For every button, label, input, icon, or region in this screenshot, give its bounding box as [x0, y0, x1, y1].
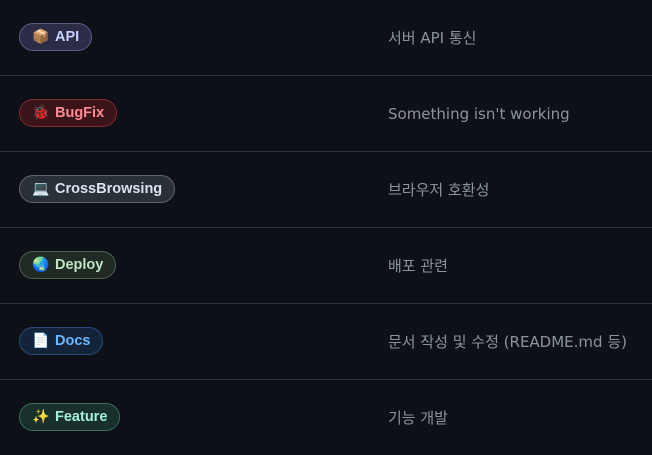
label-name: Feature [55, 409, 108, 425]
label-row-crossbrowsing: 💻 CrossBrowsing 브라우저 호환성 [0, 152, 652, 228]
label-badge-feature[interactable]: ✨ Feature [19, 403, 121, 431]
label-name: Deploy [55, 257, 104, 273]
label-row-bugfix: 🐞 BugFix Something isn't working [0, 76, 652, 152]
label-row-feature: ✨ Feature 기능 개발 [0, 380, 652, 454]
label-list: 📦 API 서버 API 통신 🐞 BugFix Something isn't… [0, 0, 652, 455]
label-badge-deploy[interactable]: 🌏 Deploy [19, 251, 117, 279]
laptop-icon: 💻 [32, 181, 50, 197]
label-name: Docs [55, 333, 91, 349]
label-description: 서버 API 통신 [388, 29, 477, 47]
label-badge-bugfix[interactable]: 🐞 BugFix [19, 99, 118, 127]
globe-icon: 🌏 [32, 257, 50, 273]
label-description: 문서 작성 및 수정 (README.md 등) [388, 333, 627, 351]
label-row-api: 📦 API 서버 API 통신 [0, 0, 652, 76]
label-description: Something isn't working [388, 104, 570, 123]
package-icon: 📦 [32, 29, 50, 45]
label-description: 기능 개발 [388, 409, 448, 427]
label-name: API [55, 29, 80, 45]
label-row-docs: 📄 Docs 문서 작성 및 수정 (README.md 등) [0, 304, 652, 380]
label-badge-crossbrowsing[interactable]: 💻 CrossBrowsing [19, 175, 176, 203]
label-name: CrossBrowsing [55, 181, 163, 197]
label-description: 배포 관련 [388, 257, 448, 275]
label-name: BugFix [55, 105, 105, 121]
label-description: 브라우저 호환성 [388, 181, 490, 199]
label-badge-docs[interactable]: 📄 Docs [19, 327, 104, 355]
page-icon: 📄 [32, 333, 50, 349]
label-badge-api[interactable]: 📦 API [19, 23, 93, 51]
label-row-deploy: 🌏 Deploy 배포 관련 [0, 228, 652, 304]
bug-icon: 🐞 [32, 105, 50, 121]
sparkles-icon: ✨ [32, 409, 50, 425]
